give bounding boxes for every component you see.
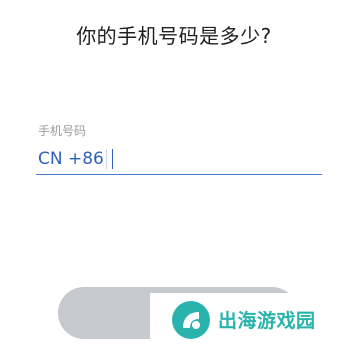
watermark-logo-icon bbox=[172, 300, 210, 339]
phone-label: 手机号码 bbox=[38, 124, 87, 138]
page-title: 你的手机号码是多少? bbox=[76, 24, 272, 48]
watermark-text: 出海游戏园 bbox=[218, 310, 316, 332]
text-cursor-shadow bbox=[105, 149, 107, 169]
phone-number-field[interactable]: CN +86 bbox=[36, 144, 322, 175]
watermark: 出海游戏园 bbox=[150, 293, 348, 346]
country-code-selector[interactable]: CN +86 bbox=[38, 149, 104, 169]
text-cursor bbox=[111, 149, 113, 169]
